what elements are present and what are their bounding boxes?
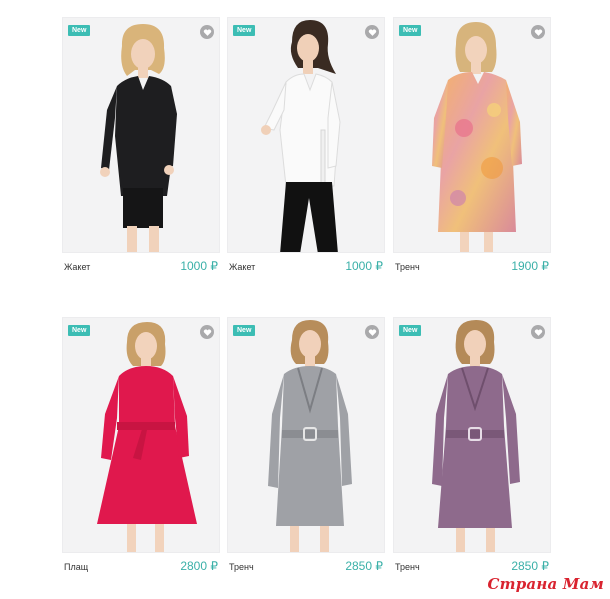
product-name[interactable]: Тренч (229, 562, 254, 572)
new-badge: New (68, 25, 91, 36)
heart-icon[interactable] (531, 325, 545, 339)
model-image (432, 320, 520, 552)
product-price: 1000 ₽ (180, 259, 218, 273)
site-watermark: Страна Мам (487, 575, 604, 593)
heart-icon[interactable] (365, 325, 379, 339)
product-price: 1000 ₽ (345, 259, 383, 273)
product-name[interactable]: Плащ (64, 562, 88, 572)
product-photo[interactable]: New (227, 17, 385, 253)
new-badge: New (399, 325, 422, 336)
heart-icon[interactable] (365, 25, 379, 39)
product-price: 2850 ₽ (511, 559, 549, 573)
heart-icon[interactable] (200, 325, 214, 339)
heart-icon[interactable] (531, 25, 545, 39)
new-badge: New (399, 25, 422, 36)
product-price: 1900 ₽ (511, 259, 549, 273)
new-badge: New (233, 25, 256, 36)
product-price: 2800 ₽ (180, 559, 218, 573)
model-image (268, 320, 352, 552)
product-name[interactable]: Тренч (395, 562, 420, 572)
new-badge: New (233, 325, 256, 336)
product-name[interactable]: Жакет (64, 262, 90, 272)
model-image (432, 22, 522, 252)
model-image (100, 24, 177, 252)
heart-icon[interactable] (200, 25, 214, 39)
product-price: 2850 ₽ (345, 559, 383, 573)
model-image (97, 322, 197, 552)
new-badge: New (68, 325, 91, 336)
product-photo[interactable]: New (227, 317, 385, 553)
model-image (261, 20, 341, 252)
product-photo[interactable]: New (393, 317, 551, 553)
product-photo[interactable]: New (393, 17, 551, 253)
product-photo[interactable]: New (62, 17, 220, 253)
product-photo[interactable]: New (62, 317, 220, 553)
product-name[interactable]: Тренч (395, 262, 420, 272)
product-name[interactable]: Жакет (229, 262, 255, 272)
